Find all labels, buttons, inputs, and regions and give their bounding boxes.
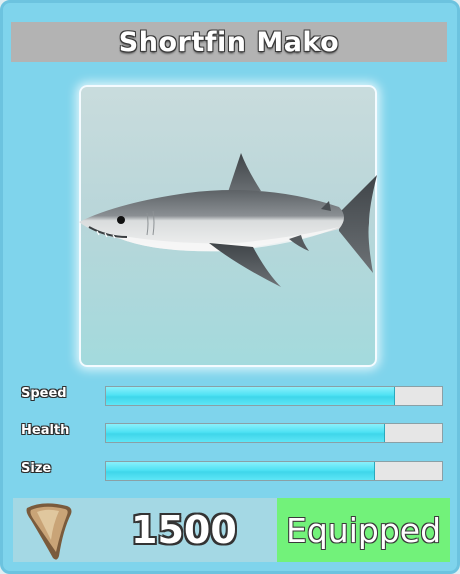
shark-card: Shortfin Mako Speed Health Size 1500 Equ…: [0, 0, 460, 574]
stat-label-size: Size: [21, 461, 52, 476]
equipped-button-label: Equipped: [285, 510, 442, 550]
shark-tooth-icon: [26, 503, 72, 560]
stat-label-speed: Speed: [21, 386, 67, 401]
shark-name: Shortfin Mako: [118, 26, 340, 58]
size-bar: [105, 461, 443, 481]
title-bar: Shortfin Mako: [11, 22, 447, 62]
purchase-footer: 1500 Equipped: [13, 498, 450, 562]
speed-bar-fill: [106, 387, 395, 405]
health-bar-fill: [106, 424, 385, 442]
size-bar-fill: [106, 462, 375, 480]
stat-label-health: Health: [21, 423, 70, 438]
speed-bar: [105, 386, 443, 406]
price-text: 1500: [131, 508, 237, 552]
equipped-button[interactable]: Equipped: [277, 498, 450, 562]
health-bar: [105, 423, 443, 443]
shark-portrait: [79, 85, 377, 367]
shark-illustration: [79, 153, 377, 287]
